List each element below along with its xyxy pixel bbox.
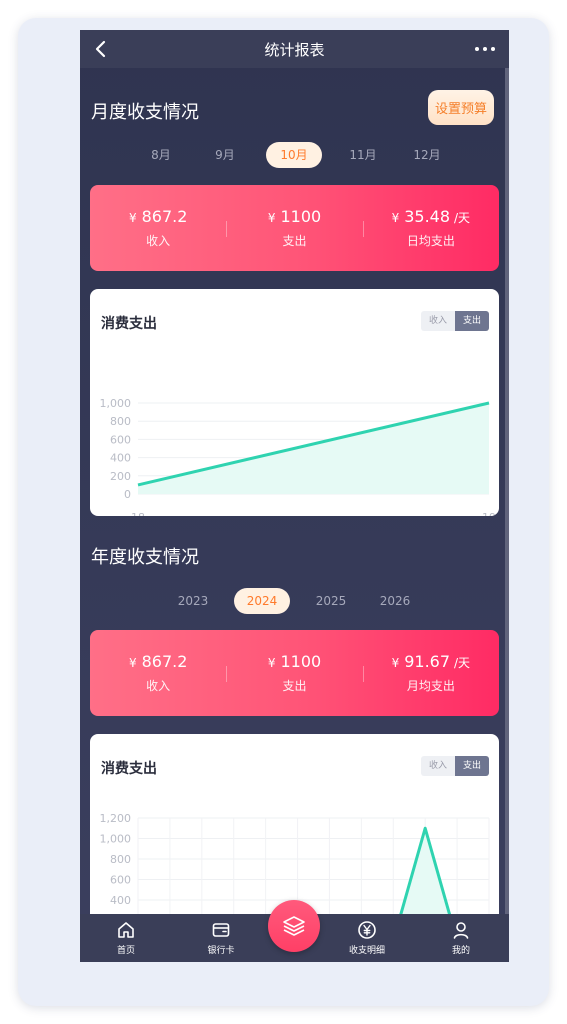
dot — [475, 47, 479, 51]
yen-symbol: ¥ — [267, 211, 276, 225]
summary-monthly-average: ¥91.67/天 月均支出 — [362, 630, 499, 716]
expense-amount: 1100 — [280, 207, 322, 226]
amount: ¥1100 — [268, 207, 321, 226]
summary-expense: ¥1100 支出 — [226, 630, 362, 716]
summary-income: ¥867.2 收入 — [90, 630, 226, 716]
toggle-expense[interactable]: 支出 — [455, 311, 489, 331]
monthly-average-label: 月均支出 — [406, 679, 455, 693]
summary-expense: ¥1100 支出 — [226, 185, 362, 271]
year-tabs: 2023 2024 2025 2026 — [80, 588, 509, 614]
tab-transactions-label: 收支明细 — [348, 946, 385, 956]
income-expense-toggle: 收入 支出 — [421, 756, 489, 776]
amount: ¥1100 — [268, 652, 321, 671]
expense-label: 支出 — [282, 679, 307, 693]
month-tabs: 8月 9月 10月 11月 12月 — [80, 142, 509, 168]
monthly-chart-card: 消费支出 收入 支出 0 200 400 600 800 1,000 18 19 — [90, 289, 499, 516]
y-tick-label: 1,000 — [100, 833, 132, 846]
income-amount: 867.2 — [141, 207, 188, 226]
y-tick-label: 800 — [110, 415, 131, 428]
set-budget-button[interactable]: 设置预算 — [428, 90, 494, 125]
expense-label: 支出 — [282, 234, 307, 248]
monthly-expense-chart: 0 200 400 600 800 1,000 18 19 — [100, 397, 497, 516]
nav-bar: 统计报表 — [80, 30, 509, 68]
amount: ¥867.2 — [129, 207, 187, 226]
amount: ¥867.2 — [129, 652, 187, 671]
monthly-section-title: 月度收支情况 — [91, 102, 199, 123]
amount: ¥35.48/天 — [392, 207, 471, 226]
toggle-income[interactable]: 收入 — [421, 311, 455, 331]
y-tick-label: 800 — [110, 853, 131, 866]
phone-screen: 统计报表 月度收支情况 设置预算 8月 9月 10月 11月 12月 ¥867.… — [80, 30, 509, 962]
amount: ¥91.67/天 — [392, 652, 471, 671]
tab-transactions[interactable]: 收支明细 — [332, 914, 402, 962]
layers-icon — [283, 916, 305, 936]
tab-year[interactable]: 2025 — [309, 588, 353, 614]
yen-symbol: ¥ — [128, 211, 137, 225]
y-tick-label: 400 — [110, 894, 131, 907]
scrollbar[interactable] — [505, 68, 509, 916]
tab-month[interactable]: 8月 — [142, 142, 180, 168]
yen-symbol: ¥ — [391, 211, 400, 225]
dot — [491, 47, 495, 51]
toggle-expense[interactable]: 支出 — [455, 756, 489, 776]
center-action-button[interactable] — [268, 900, 320, 952]
back-button[interactable] — [90, 39, 110, 59]
toggle-income[interactable]: 收入 — [421, 756, 455, 776]
income-amount: 867.2 — [141, 652, 188, 671]
daily-average-amount: 35.48 — [404, 207, 451, 226]
tab-bank-card-label: 银行卡 — [207, 946, 235, 956]
y-tick-label: 400 — [110, 452, 131, 465]
yearly-summary-card: ¥867.2 收入 ¥1100 支出 ¥91.67/天 月均支出 — [90, 630, 499, 716]
yen-symbol: ¥ — [267, 656, 276, 670]
summary-daily-average: ¥35.48/天 日均支出 — [362, 185, 499, 271]
income-label: 收入 — [146, 679, 171, 693]
tab-month[interactable]: 11月 — [343, 142, 383, 168]
tab-month[interactable]: 9月 — [206, 142, 244, 168]
tab-bank-card[interactable]: 银行卡 — [186, 914, 256, 962]
tab-profile[interactable]: 我的 — [426, 914, 496, 962]
x-tick-label: 18 — [131, 511, 145, 516]
chart-title: 消费支出 — [101, 316, 157, 332]
tab-home[interactable]: 首页 — [91, 914, 161, 962]
monthly-summary-card: ¥867.2 收入 ¥1100 支出 ¥35.48/天 日均支出 — [90, 185, 499, 271]
user-icon — [453, 922, 469, 939]
yen-symbol: ¥ — [391, 656, 400, 670]
x-tick-label: 19 — [482, 511, 496, 516]
y-tick-label: 1,200 — [100, 812, 132, 825]
daily-average-label: 日均支出 — [406, 234, 455, 248]
per-day-unit: /天 — [454, 656, 471, 670]
per-day-unit: /天 — [454, 211, 471, 225]
tab-home-label: 首页 — [116, 946, 135, 956]
y-tick-label: 0 — [124, 488, 131, 501]
income-expense-toggle: 收入 支出 — [421, 311, 489, 331]
tab-month[interactable]: 12月 — [407, 142, 447, 168]
expense-amount: 1100 — [280, 652, 322, 671]
yen-circle-icon — [358, 921, 376, 939]
yearly-section-title: 年度收支情况 — [91, 547, 199, 568]
summary-income: ¥867.2 收入 — [90, 185, 226, 271]
dot — [483, 47, 487, 51]
tab-year-active[interactable]: 2024 — [234, 588, 290, 614]
y-tick-label: 600 — [110, 433, 131, 446]
page-title: 统计报表 — [264, 40, 325, 59]
tab-profile-label: 我的 — [451, 946, 470, 956]
y-tick-label: 200 — [110, 470, 131, 483]
tab-year[interactable]: 2026 — [373, 588, 417, 614]
monthly-average-amount: 91.67 — [404, 652, 451, 671]
wallet-icon — [212, 923, 230, 937]
home-icon — [118, 922, 134, 938]
tab-year[interactable]: 2023 — [171, 588, 215, 614]
tab-month-active[interactable]: 10月 — [266, 142, 322, 168]
chevron-left-icon — [95, 40, 106, 58]
y-tick-label: 1,000 — [100, 397, 132, 410]
y-tick-label: 600 — [110, 874, 131, 887]
chart-title: 消费支出 — [101, 761, 157, 777]
income-label: 收入 — [146, 234, 171, 248]
more-button[interactable] — [473, 39, 497, 59]
yen-symbol: ¥ — [128, 656, 137, 670]
